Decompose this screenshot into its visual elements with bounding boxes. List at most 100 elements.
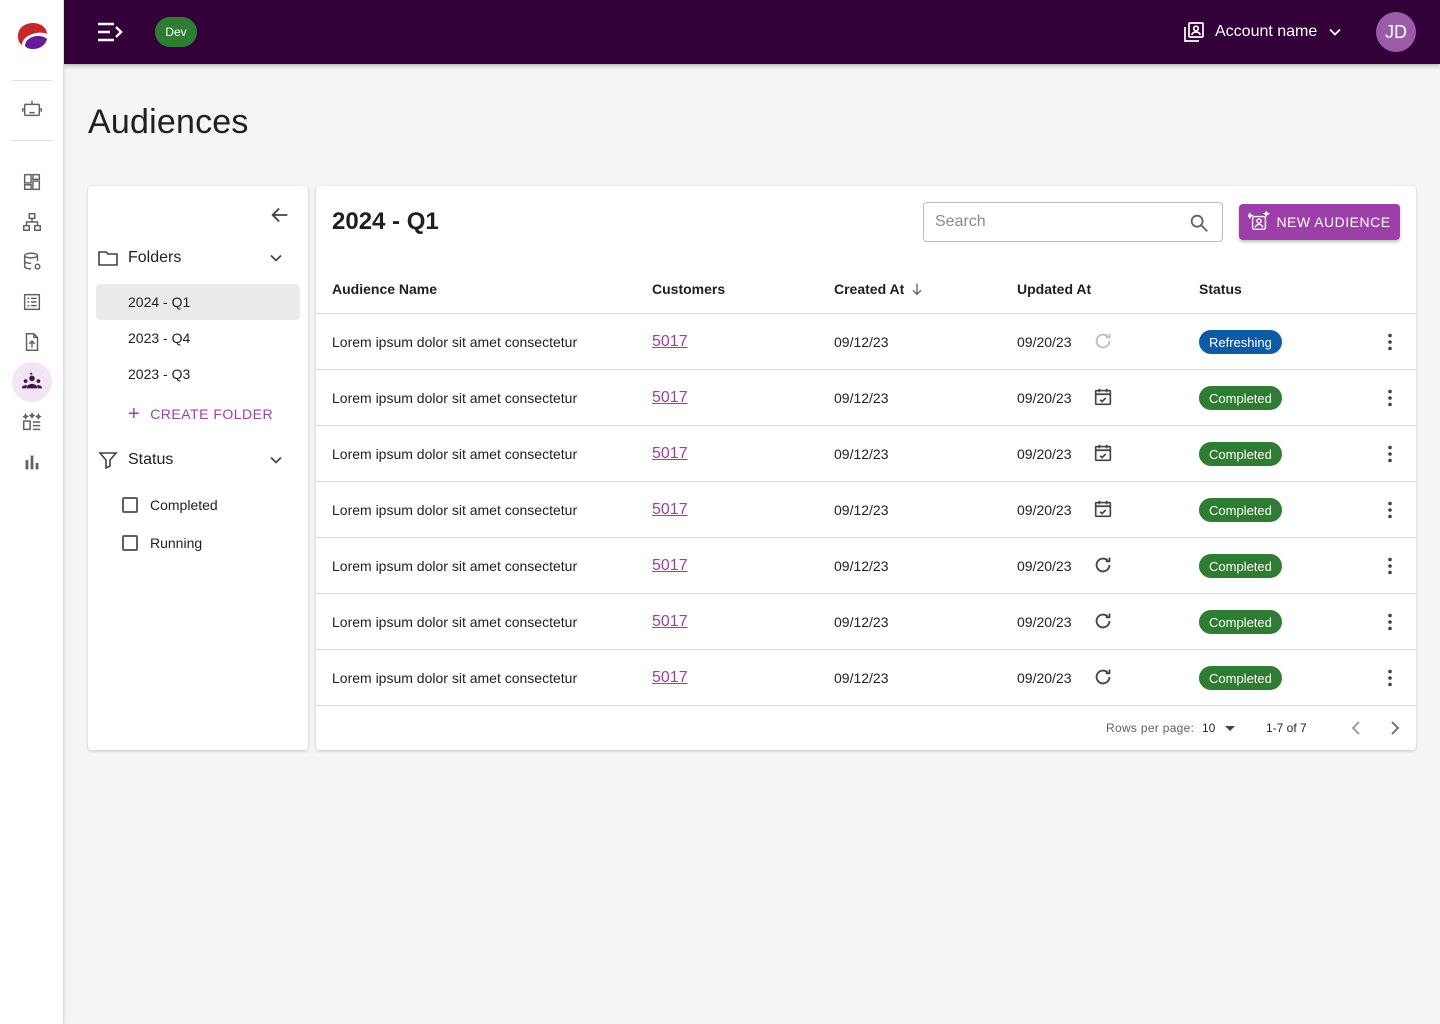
search-input[interactable] xyxy=(924,203,1184,241)
more-vert-icon[interactable] xyxy=(1378,442,1402,466)
dashboard-icon[interactable] xyxy=(12,162,52,202)
customers-cell: 5017 xyxy=(652,594,688,649)
table-row[interactable]: Lorem ipsum dolor sit amet consectetur 50… xyxy=(316,594,1416,650)
bar-chart-icon[interactable] xyxy=(12,442,52,482)
customers-link[interactable]: 5017 xyxy=(652,445,688,463)
next-page-icon[interactable] xyxy=(1383,716,1407,740)
updated-at: 09/20/23 xyxy=(1017,669,1072,686)
customers-link[interactable]: 5017 xyxy=(652,613,688,631)
column-header-status[interactable]: Status xyxy=(1199,264,1242,314)
file-upload-icon[interactable] xyxy=(12,322,52,362)
folder-icon xyxy=(98,251,118,266)
rows-per-page-select[interactable]: 10 xyxy=(1202,718,1236,738)
column-header-updated-at[interactable]: Updated At xyxy=(1017,264,1091,314)
status-filter-completed[interactable]: Completed xyxy=(122,493,218,517)
updated-at: 09/20/23 xyxy=(1017,613,1072,630)
customers-link[interactable]: 5017 xyxy=(652,333,688,351)
created-at: 09/12/23 xyxy=(834,669,889,686)
list-icon[interactable] xyxy=(12,282,52,322)
customers-link[interactable]: 5017 xyxy=(652,389,688,407)
more-vert-icon[interactable] xyxy=(1378,610,1402,634)
chevron-down-icon xyxy=(270,456,282,464)
folder-item-2024-q1[interactable]: 2024 - Q1 xyxy=(96,284,300,320)
robot-icon[interactable] xyxy=(12,88,52,128)
folders-section-header[interactable]: Folders xyxy=(96,242,300,274)
create-folder-label: CREATE FOLDER xyxy=(150,406,274,422)
new-audience-button[interactable]: NEW AUDIENCE xyxy=(1239,204,1400,240)
menu-toggle-button[interactable] xyxy=(94,18,126,46)
status-badge: Refreshing xyxy=(1199,330,1282,354)
column-header-audience-name[interactable]: Audience Name xyxy=(332,264,437,314)
dropdown-triangle-icon xyxy=(1225,725,1236,731)
updated-at: 09/20/23 xyxy=(1017,557,1072,574)
audience-name[interactable]: Lorem ipsum dolor sit amet consectetur xyxy=(332,538,577,593)
audience-name[interactable]: Lorem ipsum dolor sit amet consectetur xyxy=(332,650,577,705)
account-switcher[interactable]: Account name xyxy=(1182,18,1345,46)
more-vert-icon[interactable] xyxy=(1378,498,1402,522)
column-header-label: Created At xyxy=(834,281,905,297)
refresh-icon[interactable] xyxy=(1092,554,1114,576)
collapse-panel-button[interactable] xyxy=(268,203,292,227)
status-filter-running[interactable]: Running xyxy=(122,531,202,555)
refresh-disabled-icon[interactable] xyxy=(1092,330,1114,352)
filter-icon xyxy=(98,452,118,470)
rail-divider xyxy=(12,140,52,141)
search-icon[interactable] xyxy=(1188,212,1210,234)
pagination-range: 1-7 of 7 xyxy=(1266,721,1307,735)
brand-logo-icon[interactable] xyxy=(16,22,48,50)
refresh-icon[interactable] xyxy=(1092,610,1114,632)
status-badge: Completed xyxy=(1199,554,1282,578)
sparkle-list-icon[interactable] xyxy=(12,402,52,442)
database-settings-icon[interactable] xyxy=(12,242,52,282)
menu-open-icon xyxy=(98,22,123,42)
audience-name[interactable]: Lorem ipsum dolor sit amet consectetur xyxy=(332,370,577,425)
customers-link[interactable]: 5017 xyxy=(652,501,688,519)
customers-cell: 5017 xyxy=(652,650,688,705)
folder-title: 2024 - Q1 xyxy=(332,208,439,235)
refresh-icon[interactable] xyxy=(1092,666,1114,688)
hierarchy-icon[interactable] xyxy=(12,202,52,242)
calendar-check-icon[interactable] xyxy=(1092,386,1114,408)
more-vert-icon[interactable] xyxy=(1378,554,1402,578)
more-vert-icon[interactable] xyxy=(1378,330,1402,354)
arrow-left-icon xyxy=(271,207,288,223)
more-vert-icon[interactable] xyxy=(1378,666,1402,690)
column-header-created-at[interactable]: Created At xyxy=(834,264,925,314)
status-badge: Completed xyxy=(1199,498,1282,522)
status-badge: Completed xyxy=(1199,666,1282,690)
checkbox[interactable] xyxy=(122,535,138,551)
table-row[interactable]: Lorem ipsum dolor sit amet consectetur 50… xyxy=(316,538,1416,594)
folder-item-2023-q4[interactable]: 2023 - Q4 xyxy=(96,320,300,356)
audience-name[interactable]: Lorem ipsum dolor sit amet consectetur xyxy=(332,594,577,649)
calendar-check-icon[interactable] xyxy=(1092,498,1114,520)
calendar-check-icon[interactable] xyxy=(1092,442,1114,464)
audience-icon[interactable] xyxy=(12,362,52,402)
table-row[interactable]: Lorem ipsum dolor sit amet consectetur 50… xyxy=(316,650,1416,706)
sort-arrow-down-icon[interactable] xyxy=(909,281,925,297)
plus-icon: + xyxy=(128,403,141,425)
user-avatar[interactable]: JD xyxy=(1376,12,1416,52)
create-folder-button[interactable]: + CREATE FOLDER xyxy=(128,402,273,426)
more-vert-icon[interactable] xyxy=(1378,386,1402,410)
left-rail xyxy=(0,0,64,1024)
customers-cell: 5017 xyxy=(652,370,688,425)
column-header-customers[interactable]: Customers xyxy=(652,264,725,314)
customers-link[interactable]: 5017 xyxy=(652,557,688,575)
previous-page-icon[interactable] xyxy=(1344,716,1368,740)
table-row[interactable]: Lorem ipsum dolor sit amet consectetur 50… xyxy=(316,370,1416,426)
status-badge: Completed xyxy=(1199,610,1282,634)
audience-name[interactable]: Lorem ipsum dolor sit amet consectetur xyxy=(332,426,577,481)
audience-name[interactable]: Lorem ipsum dolor sit amet consectetur xyxy=(332,482,577,537)
chevron-down-icon xyxy=(270,254,282,262)
customers-link[interactable]: 5017 xyxy=(652,669,688,687)
table-row[interactable]: Lorem ipsum dolor sit amet consectetur 50… xyxy=(316,314,1416,370)
checkbox[interactable] xyxy=(122,497,138,513)
status-section-header[interactable]: Status xyxy=(96,444,300,476)
table-row[interactable]: Lorem ipsum dolor sit amet consectetur 50… xyxy=(316,482,1416,538)
updated-at: 09/20/23 xyxy=(1017,445,1072,462)
folder-item-2023-q3[interactable]: 2023 - Q3 xyxy=(96,356,300,392)
page-title: Audiences xyxy=(88,103,249,141)
audience-name[interactable]: Lorem ipsum dolor sit amet consectetur xyxy=(332,314,577,369)
table-row[interactable]: Lorem ipsum dolor sit amet consectetur 50… xyxy=(316,426,1416,482)
table-pagination: Rows per page: 10 1-7 of 7 xyxy=(316,706,1416,750)
